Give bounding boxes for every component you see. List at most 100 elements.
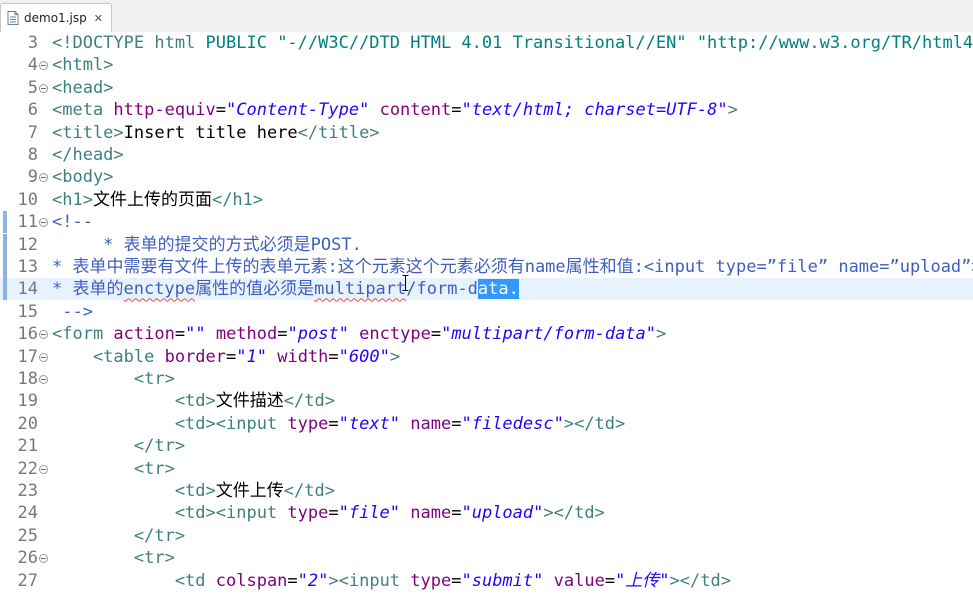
code-token: * 表单中需要有文件上传的表单元素:这个元素这个元素必须有name属性和值:<i… [52,257,973,277]
code-token: = [328,413,339,434]
code-line[interactable]: 11 <!-- [0,211,973,234]
code-token: = [604,570,616,591]
code-line[interactable]: 22 <tr> [0,458,973,480]
fold-collapse-icon[interactable] [39,375,48,384]
code-text: <td>文件上传</td> [52,480,335,502]
fold-collapse-icon[interactable] [39,83,48,93]
code-token: = [215,100,227,121]
code-token: </td> [283,481,335,501]
code-token: <tr> [52,458,175,479]
code-token: = [451,100,462,121]
code-line[interactable]: 20 <td><input type="text" name="filedesc… [0,413,973,435]
code-text: <!-- [52,211,93,233]
code-editor[interactable]: 3 <!DOCTYPE html PUBLIC "-//W3C//DTD HTML… [0,32,973,594]
code-text: <head> [52,77,113,99]
code-token: method [215,324,278,345]
code-token: "submit" [461,570,544,591]
fold-collapse-icon[interactable] [39,352,48,362]
code-line[interactable]: 21 </tr> [0,435,973,457]
code-token: "text/html; charset=UTF-8" [461,100,728,121]
code-token: ata. [477,279,519,300]
code-line[interactable]: 19 <td>文件描述</td> [0,390,973,412]
code-line[interactable]: 6 <meta http-equiv="Content-Type" content… [0,99,973,121]
editor-tab-bar: demo1.jsp ✕ [0,0,973,33]
close-icon[interactable]: ✕ [94,12,103,25]
code-text: </tr> [52,525,185,547]
change-marker [3,256,7,278]
code-line[interactable]: 24 <td><input type="file" name="upload">… [0,502,973,524]
fold-collapse-icon[interactable] [39,464,48,474]
change-marker [3,233,7,256]
fold-collapse-icon[interactable] [39,330,48,340]
code-token: value [553,570,605,591]
code-line[interactable]: 8 </head> [0,144,973,166]
code-token: "post" [287,324,349,345]
code-token: <td> [52,481,216,501]
code-token: /form-d [406,279,478,300]
fold-collapse-icon[interactable] [39,173,48,183]
fold-collapse-icon[interactable] [39,554,48,564]
code-token: > [389,346,401,367]
tab-demo1-jsp[interactable]: demo1.jsp ✕ [0,3,112,32]
code-line[interactable]: 3 <!DOCTYPE html PUBLIC "-//W3C//DTD HTML… [0,32,973,54]
code-text: * 表单的enctype属性的值必须是multipart/form-data. [52,278,519,300]
code-token: type [287,413,329,434]
line-number: 10 [17,189,38,210]
code-text: <body> [52,166,113,188]
text-cursor-icon [402,275,409,291]
code-token: name [410,413,452,434]
code-token: "multipart/form-data" [441,324,657,345]
code-token: > [727,100,738,121]
code-line[interactable]: 26 <tr> [0,547,973,569]
code-line[interactable]: 25 </tr> [0,525,973,547]
code-line[interactable]: 16 <form action="" method="post" enctype=… [0,323,973,345]
code-token: <body> [52,167,114,188]
code-text: <title>Insert title here</title> [52,122,380,144]
code-token: action [113,324,175,345]
code-text: <html> [52,54,113,76]
code-token: <!DOCTYPE html [52,33,206,53]
code-line[interactable]: 10 <h1>文件上传的页面</h1> [0,189,973,211]
code-token: enctype [123,279,196,300]
code-token: ></td> [563,413,626,434]
code-line[interactable]: 14 * 表单的enctype属性的值必须是multipart/form-data… [0,278,973,301]
code-token: "filedesc" [461,413,564,434]
code-line[interactable]: 7 <title>Insert title here</title> [0,122,973,144]
code-token: <head> [52,77,114,98]
line-number: 27 [17,570,38,591]
code-text: </tr> [52,435,185,457]
code-token: ><input [328,570,411,591]
line-number: 13 [17,257,38,277]
code-token: = [287,570,298,591]
code-token: colspan [215,570,288,591]
code-line[interactable]: 4 <html> [0,54,973,76]
code-token: content [379,100,452,121]
code-line[interactable]: 18 <tr> [0,368,973,390]
code-token: <html> [52,55,114,76]
line-number: 9 [27,167,38,188]
code-token: <td><input [52,413,288,434]
code-line[interactable]: 9 <body> [0,166,973,188]
code-token: type [287,503,329,524]
line-number: 22 [17,458,38,479]
code-line[interactable]: 17 <table border="1" width="600"> [0,346,973,368]
editor-window: demo1.jsp ✕ 3 <!DOCTYPE html PUBLIC "-//W… [0,0,973,594]
code-line[interactable]: 27 <td colspan="2"><input type="submit" … [0,570,973,592]
code-token: <h1> [52,189,93,210]
code-text: <form action="" method="post" enctype="m… [52,323,666,345]
code-token: --> [52,301,93,322]
code-line[interactable]: 23 <td>文件上传</td> [0,480,973,502]
code-token: "1" [236,346,267,367]
code-text: <table border="1" width="600"> [52,346,400,368]
line-number: 25 [17,525,38,546]
fold-collapse-icon[interactable] [39,218,48,228]
code-line[interactable]: 15 --> [0,301,973,323]
code-token: = [174,324,186,345]
fold-collapse-icon[interactable] [39,61,48,71]
code-token: enctype [359,324,431,345]
code-line[interactable]: 12 * 表单的提交的方式必须是POST. [0,233,973,256]
code-line[interactable]: 13 * 表单中需要有文件上传的表单元素:这个元素这个元素必须有name属性和值:… [0,256,973,278]
code-token: "text" [338,413,401,434]
code-line[interactable]: 5 <head> [0,77,973,99]
